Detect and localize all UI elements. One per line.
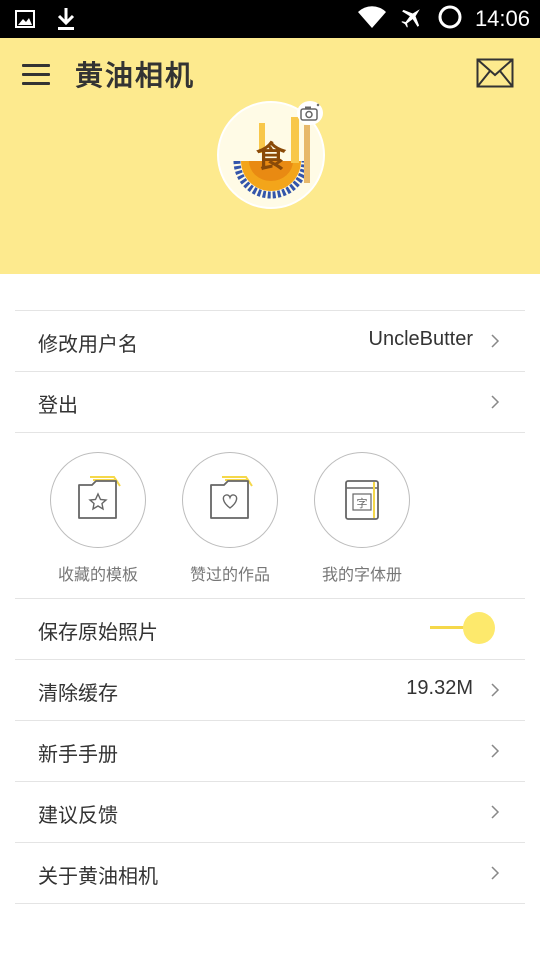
svg-text:字: 字 <box>356 496 367 510</box>
folder-heart-icon <box>209 475 253 519</box>
chevron-right-icon <box>491 395 500 409</box>
save-original-toggle[interactable] <box>428 611 502 645</box>
shortcut-label: 赞过的作品 <box>189 565 270 584</box>
chevron-right-icon <box>491 744 500 758</box>
mail-icon <box>476 58 514 88</box>
my-fonts-button[interactable]: 字 <box>314 452 410 548</box>
about-row[interactable]: 关于黄油相机 <box>15 842 525 903</box>
favorite-templates-button[interactable] <box>50 452 146 548</box>
chevron-right-icon <box>491 683 500 697</box>
edit-username-row[interactable]: 修改用户名 UncleButter <box>15 310 525 371</box>
download-icon <box>54 6 78 36</box>
toggle-knob <box>463 612 495 644</box>
svg-text:食: 食 <box>256 140 287 175</box>
cache-size-value: 19.32M <box>406 677 473 699</box>
camera-icon <box>300 103 320 121</box>
clear-cache-row[interactable]: 清除缓存 19.32M <box>15 659 525 720</box>
divider <box>15 903 525 904</box>
row-label: 修改用户名 <box>38 332 138 356</box>
font-book-icon: 字 <box>344 479 379 520</box>
airplane-icon <box>399 4 425 34</box>
username-value: UncleButter <box>368 328 474 350</box>
wifi-icon <box>357 4 387 34</box>
row-label: 清除缓存 <box>38 681 118 705</box>
row-label: 新手手册 <box>38 742 118 766</box>
shortcut-label: 我的字体册 <box>321 565 402 584</box>
divider <box>15 432 525 433</box>
chevron-right-icon <box>491 805 500 819</box>
row-label: 建议反馈 <box>38 803 118 827</box>
logout-row[interactable]: 登出 <box>15 371 525 432</box>
image-icon <box>14 8 36 34</box>
row-label: 关于黄油相机 <box>38 864 158 888</box>
app-title: 黄油相机 <box>75 59 196 92</box>
mail-button[interactable] <box>476 58 514 88</box>
folder-star-icon <box>77 475 121 519</box>
menu-button[interactable] <box>22 64 50 86</box>
beginner-guide-row[interactable]: 新手手册 <box>15 720 525 781</box>
chevron-right-icon <box>491 334 500 348</box>
row-label: 登出 <box>38 393 78 417</box>
change-avatar-button[interactable] <box>297 101 323 125</box>
liked-works-button[interactable] <box>182 452 278 548</box>
chevron-right-icon <box>491 866 500 880</box>
loading-ring-icon <box>437 4 463 34</box>
status-time: 14:06 <box>474 6 530 31</box>
row-label: 保存原始照片 <box>38 620 158 644</box>
shortcut-label: 收藏的模板 <box>57 565 138 584</box>
feedback-row[interactable]: 建议反馈 <box>15 781 525 842</box>
status-bar: 14:06 <box>0 0 540 38</box>
